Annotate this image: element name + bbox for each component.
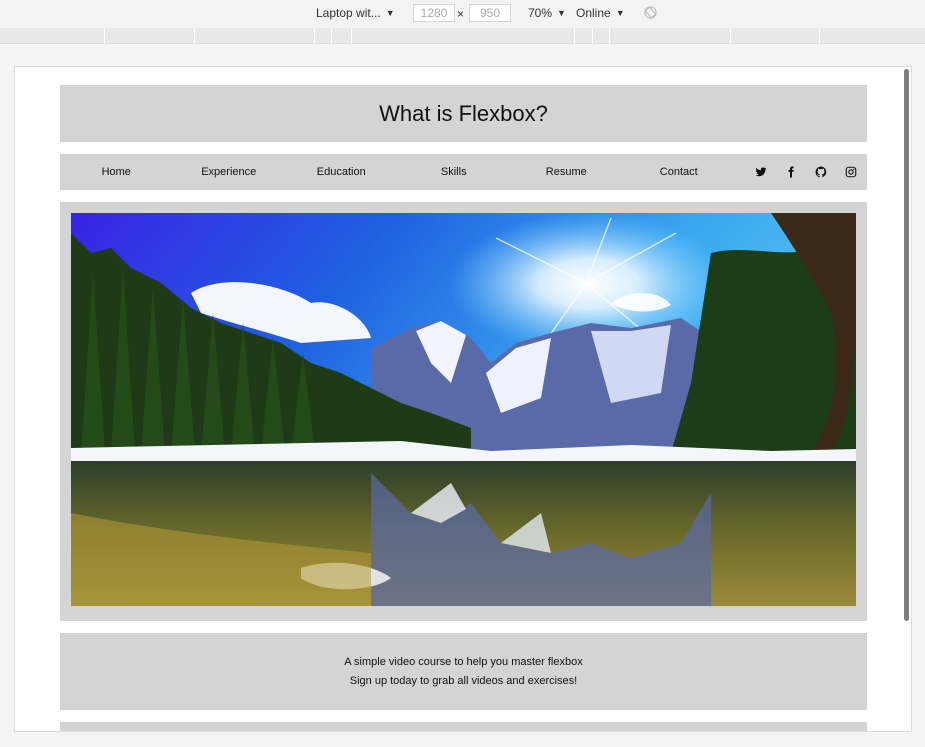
media-query-ruler[interactable] [0,28,925,44]
page-header: What is Flexbox? [60,85,867,142]
promo-line-2: Sign up today to grab all videos and exe… [349,674,578,687]
ruler-tick [574,28,575,44]
chevron-down-icon: ▼ [385,8,395,18]
next-section [60,722,867,731]
promo-section: A simple video course to help you master… [60,633,867,710]
ruler-tick [194,28,195,44]
dimension-separator: × [457,7,465,21]
ruler-tick [592,28,593,44]
ruler-tick [351,28,352,44]
network-label: Online [576,6,611,20]
rotate-icon[interactable] [643,5,658,20]
device-select[interactable]: Laptop wit... ▼ [316,6,395,20]
ruler-tick [314,28,315,44]
instagram-icon[interactable] [845,166,857,178]
facebook-icon[interactable] [785,166,797,178]
zoom-label: 70% [528,6,553,20]
twitter-icon[interactable] [755,166,767,178]
width-input[interactable]: 1280 [413,4,455,22]
ruler-tick [730,28,731,44]
github-icon[interactable] [815,166,827,178]
nav-link-experience[interactable]: Experience [173,166,286,178]
network-throttle-select[interactable]: Online ▼ [576,6,625,20]
zoom-select[interactable]: 70% ▼ [528,6,566,20]
height-input[interactable]: 950 [469,4,511,22]
nav-link-home[interactable]: Home [60,166,173,178]
nav-link-contact[interactable]: Contact [623,166,736,178]
promo-line-1: A simple video course to help you master… [344,655,583,668]
chevron-down-icon: ▼ [557,8,566,18]
ruler-tick [609,28,610,44]
site-container: What is Flexbox? Home Experience Educati… [60,85,867,731]
page-scrollbar[interactable] [904,69,909,621]
hero-section [60,202,867,621]
device-label: Laptop wit... [316,6,381,20]
nav-link-skills[interactable]: Skills [398,166,511,178]
chevron-down-icon: ▼ [615,8,625,18]
nav-link-resume[interactable]: Resume [510,166,623,178]
ruler-tick [331,28,332,44]
page-title: What is Flexbox? [379,100,548,126]
emulated-viewport: What is Flexbox? Home Experience Educati… [14,66,912,732]
device-toolbar: Laptop wit... ▼ 1280 × 950 70% ▼ Online … [0,0,925,28]
nav-link-education[interactable]: Education [285,166,398,178]
ruler-tick [104,28,105,44]
main-nav: Home Experience Education Skills Resume … [60,154,867,190]
ruler-tick [819,28,820,44]
hero-image [71,213,856,606]
social-icons [735,166,867,178]
